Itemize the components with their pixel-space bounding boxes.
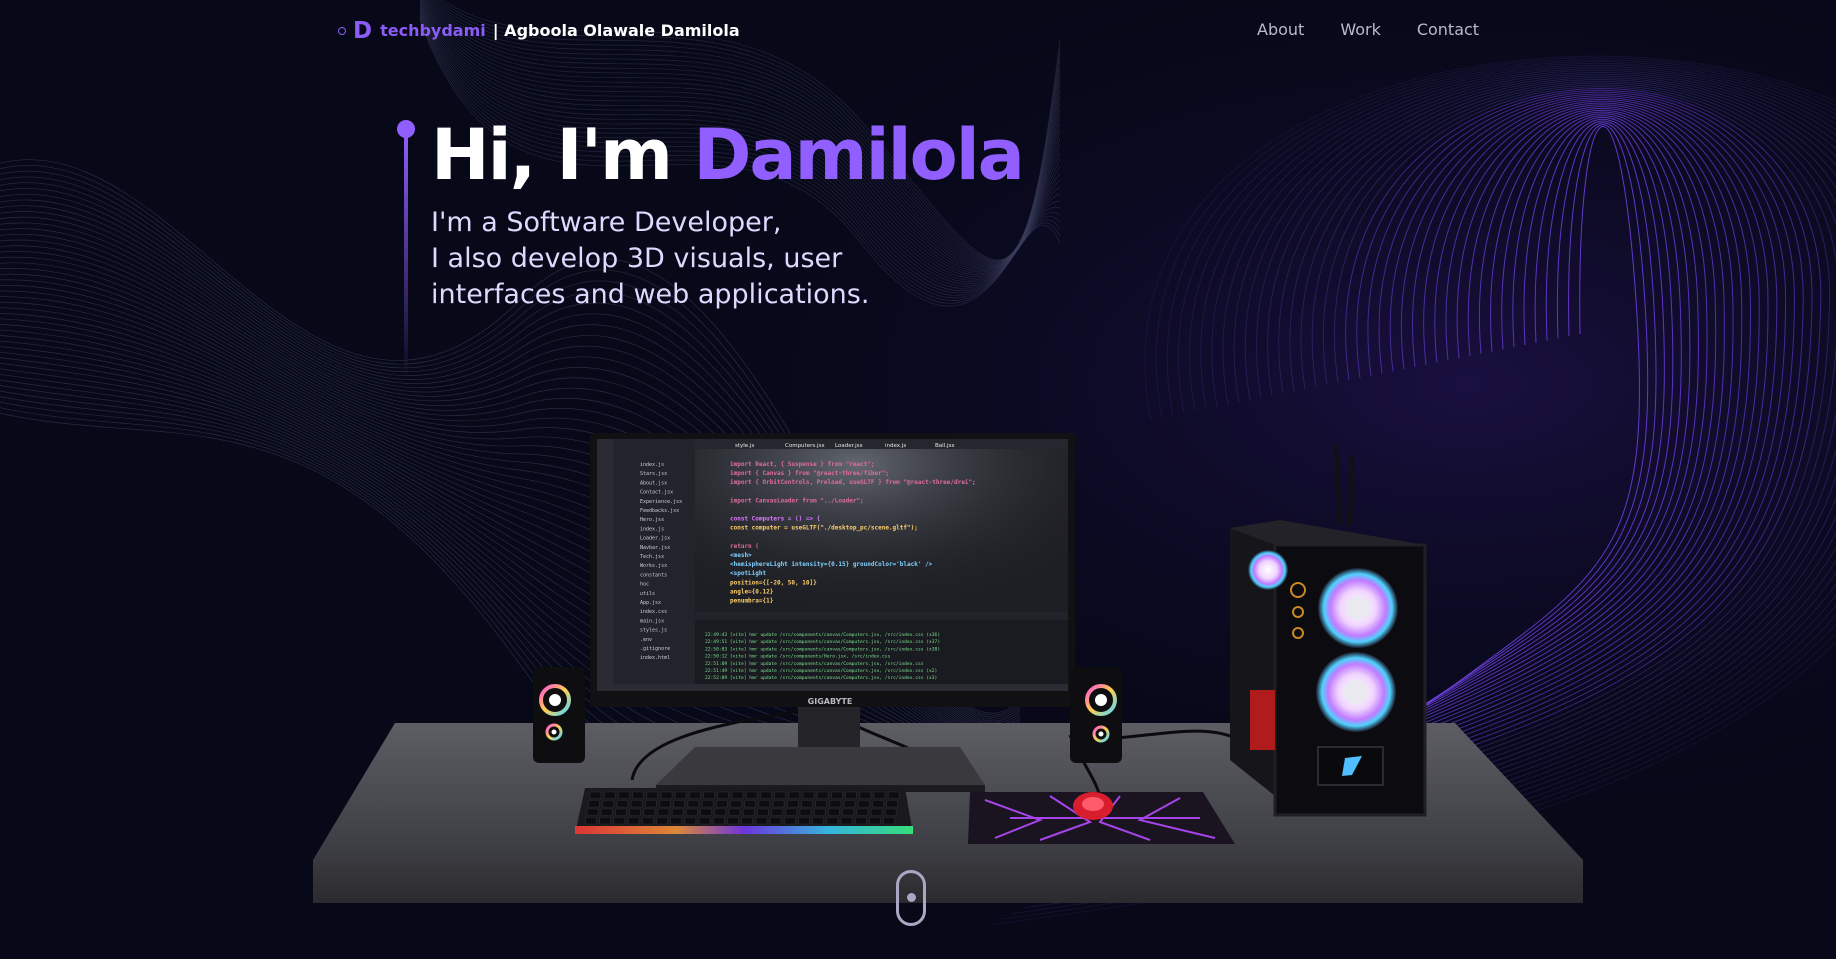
scroll-down-indicator[interactable] — [896, 870, 926, 926]
code-line: <hemisphereLight intensity={0.15} ground… — [730, 561, 933, 568]
terminal-line: 22:50:03 [vite] hmr update /src/componen… — [705, 646, 940, 652]
editor-tab[interactable]: Loader.jsx — [835, 443, 863, 449]
explorer-file[interactable]: Hero.jsx — [640, 517, 664, 523]
explorer-file[interactable]: index.css — [640, 609, 667, 615]
editor-tab[interactable]: index.js — [885, 443, 906, 449]
code-line: position={[-20, 50, 10]} — [730, 579, 817, 586]
explorer-file[interactable]: Contact.jsx — [640, 490, 673, 496]
explorer-file[interactable]: index.js — [640, 462, 664, 468]
explorer-file[interactable]: hoc — [640, 582, 649, 588]
terminal-line: 22:49:43 [vite] hmr update /src/componen… — [705, 632, 940, 638]
explorer-file[interactable]: styles.js — [640, 628, 667, 634]
editor-tab[interactable]: style.js — [735, 443, 754, 449]
editor-tab[interactable]: Computers.jsx — [785, 443, 825, 449]
terminal-line: 22:51:09 [vite] hmr update /src/componen… — [705, 661, 924, 667]
desk-scene-canvas[interactable]: index.js Stars.jsx About.jsx Contact.jsx Exp… — [0, 0, 1836, 959]
explorer-file[interactable]: Feedbacks.jsx — [640, 508, 679, 514]
explorer-file[interactable]: About.jsx — [640, 480, 667, 486]
explorer-file[interactable]: Works.jsx — [640, 563, 667, 569]
explorer-file[interactable]: main.jsx — [640, 618, 664, 624]
explorer-file[interactable]: Tech.jsx — [640, 554, 664, 560]
code-line: import CanvasLoader from "../Loader"; — [730, 497, 864, 504]
code-line: <mesh> — [730, 552, 752, 559]
pc-tower — [1230, 444, 1427, 817]
editor-tab[interactable]: Ball.jsx — [935, 443, 955, 449]
code-line: import React, { Suspense } from "react"; — [730, 461, 875, 468]
terminal-line: 22:50:12 [vite] hmr update /src/componen… — [705, 654, 891, 660]
code-line: const computer = useGLTF("./desktop_pc/s… — [730, 525, 918, 532]
explorer-file[interactable]: index.html — [640, 655, 670, 661]
explorer-file[interactable]: .env — [640, 637, 652, 643]
explorer-file[interactable]: Stars.jsx — [640, 471, 667, 477]
explorer-file[interactable]: Navbar.jsx — [640, 545, 670, 551]
code-line: angle={0.12} — [730, 588, 774, 595]
explorer-file[interactable]: Loader.jsx — [640, 536, 670, 542]
explorer-file[interactable]: index.js — [640, 526, 664, 532]
terminal-line: 22:51:49 [vite] hmr update /src/componen… — [705, 668, 937, 674]
mouse-pad — [968, 792, 1235, 844]
explorer-file[interactable]: utils — [640, 591, 655, 597]
code-line: penumbra={1} — [730, 598, 774, 605]
explorer-file[interactable]: .gitignore — [640, 646, 670, 652]
keyboard — [575, 788, 913, 834]
code-line: <spotLight — [730, 570, 767, 577]
code-line: import { OrbitControls, Preload, useGLTF… — [730, 479, 976, 486]
code-line: return ( — [730, 543, 759, 550]
code-line: const Computers = () => { — [730, 516, 821, 523]
explorer-file[interactable]: App.jsx — [640, 600, 661, 606]
terminal-line: 22:52:09 [vite] hmr update /src/componen… — [705, 675, 937, 681]
speaker-right — [1070, 667, 1122, 763]
speaker-left — [533, 667, 585, 763]
monitor-brand: GIGABYTE — [808, 697, 853, 706]
code-line: import { Canvas } from "@react-three/fib… — [730, 470, 889, 477]
explorer-file[interactable]: Experience.jsx — [640, 499, 682, 505]
explorer-file[interactable]: constants — [640, 572, 667, 578]
scroll-dot-icon — [907, 893, 916, 902]
terminal-line: 22:49:51 [vite] hmr update /src/componen… — [705, 639, 940, 645]
